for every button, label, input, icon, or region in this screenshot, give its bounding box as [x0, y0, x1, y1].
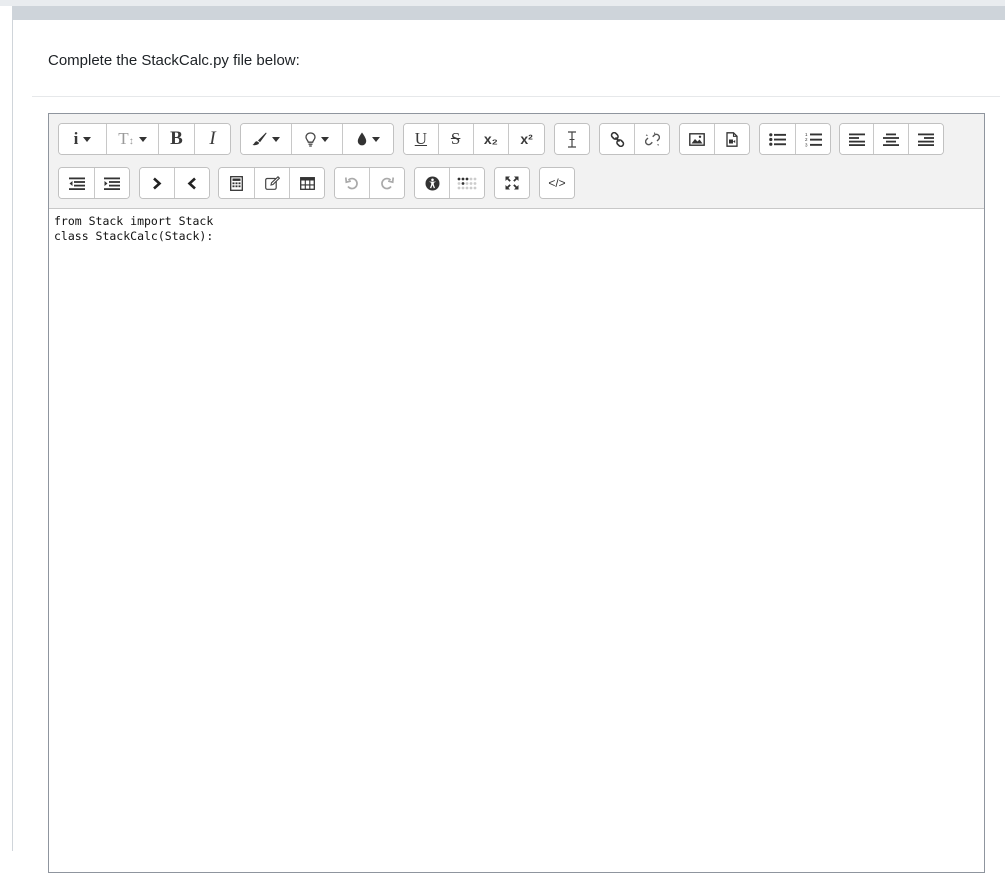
- code-line: from Stack import Stack: [54, 214, 213, 229]
- undo-button[interactable]: [335, 168, 370, 198]
- html-group: </>: [539, 167, 575, 199]
- chevron-down-icon: [83, 137, 91, 142]
- clear-formatting-button[interactable]: [555, 124, 589, 154]
- chevron-down-icon: [139, 137, 147, 142]
- edit-icon: [265, 176, 280, 190]
- info-icon: i: [74, 129, 79, 149]
- page-header-bar: [12, 6, 1005, 20]
- chevron-down-icon: [321, 137, 329, 142]
- indent-button[interactable]: [95, 168, 129, 198]
- code-icon: </>: [548, 176, 565, 190]
- text-cursor-icon: [567, 131, 577, 148]
- insert-media-button[interactable]: [715, 124, 749, 154]
- outdent-icon: [69, 177, 85, 190]
- indent-icon: [104, 177, 120, 190]
- paint-brush-icon: [252, 132, 267, 146]
- screen-reader-helper-button[interactable]: [450, 168, 484, 198]
- special-characters-button[interactable]: [255, 168, 290, 198]
- html-source-button[interactable]: </>: [540, 168, 574, 198]
- calculator-icon: [230, 176, 243, 191]
- list-ol-icon: 123: [805, 132, 822, 147]
- table-icon: [300, 177, 315, 190]
- background-color-button[interactable]: [343, 124, 393, 154]
- fullscreen-group: [494, 167, 530, 199]
- underline-button[interactable]: U: [404, 124, 439, 154]
- insert-tools-group: [218, 167, 325, 199]
- clear-format-group: [554, 123, 590, 155]
- subscript-button[interactable]: x₂: [474, 124, 510, 154]
- superscript-button[interactable]: x²: [509, 124, 544, 154]
- image-icon: [689, 133, 705, 146]
- editor-toolbar: i T↕ B I U: [49, 114, 984, 209]
- align-right-icon: [918, 133, 934, 146]
- strikethrough-icon: S: [451, 129, 460, 149]
- ltr-button[interactable]: [140, 168, 175, 198]
- italic-button[interactable]: I: [195, 124, 230, 154]
- chevron-down-icon: [272, 137, 280, 142]
- link-button[interactable]: [600, 124, 635, 154]
- chevron-left-icon: [187, 177, 197, 190]
- media-group: [679, 123, 750, 155]
- code-line: class StackCalc(Stack):: [54, 229, 213, 244]
- unordered-list-button[interactable]: [760, 124, 796, 154]
- strikethrough-button[interactable]: S: [439, 124, 474, 154]
- link-icon: [610, 132, 625, 147]
- underline-icon: U: [415, 129, 427, 149]
- expand-icon: [505, 176, 519, 190]
- rich-text-editor: i T↕ B I U: [48, 113, 985, 873]
- svg-text:3: 3: [805, 142, 808, 147]
- history-group: [334, 167, 405, 199]
- accessibility-icon: [425, 176, 440, 191]
- direction-group: [139, 167, 210, 199]
- unlink-button[interactable]: [635, 124, 669, 154]
- bold-button[interactable]: B: [159, 124, 195, 154]
- equation-button[interactable]: [219, 168, 255, 198]
- align-left-icon: [849, 133, 865, 146]
- text-format-group: i T↕ B I: [58, 123, 231, 155]
- align-center-button[interactable]: [874, 124, 908, 154]
- accessibility-checker-button[interactable]: [415, 168, 450, 198]
- insert-image-button[interactable]: [680, 124, 715, 154]
- paragraph-style-button[interactable]: i: [59, 124, 107, 154]
- list-group: 123: [759, 123, 831, 155]
- question-prompt: Complete the StackCalc.py file below:: [48, 52, 300, 69]
- redo-icon: [380, 176, 394, 190]
- fullscreen-button[interactable]: [495, 168, 529, 198]
- section-divider: [32, 96, 1000, 97]
- redo-button[interactable]: [370, 168, 404, 198]
- font-size-button[interactable]: T↕: [107, 124, 159, 154]
- indent-group: [58, 167, 130, 199]
- tint-drop-icon: [357, 132, 367, 146]
- accessibility-group: [414, 167, 485, 199]
- chevron-down-icon: [372, 137, 380, 142]
- highlight-button[interactable]: [292, 124, 343, 154]
- text-style-group: U S x₂ x²: [403, 123, 545, 155]
- link-group: [599, 123, 670, 155]
- undo-icon: [345, 176, 359, 190]
- list-ul-icon: [769, 133, 786, 146]
- italic-icon: I: [209, 128, 215, 150]
- table-button[interactable]: [290, 168, 324, 198]
- font-size-icon: T↕: [118, 129, 133, 149]
- align-left-button[interactable]: [840, 124, 874, 154]
- editor-content[interactable]: from Stack import Stackclass StackCalc(S…: [54, 214, 213, 244]
- ordered-list-button[interactable]: 123: [796, 124, 830, 154]
- unlink-icon: [645, 132, 660, 147]
- text-color-button[interactable]: [241, 124, 292, 154]
- align-center-icon: [883, 133, 899, 146]
- subscript-icon: x₂: [484, 131, 498, 147]
- superscript-icon: x²: [520, 131, 532, 147]
- lightbulb-icon: [305, 132, 316, 147]
- rtl-button[interactable]: [175, 168, 209, 198]
- chevron-right-icon: [152, 177, 162, 190]
- braille-icon: [457, 177, 477, 190]
- bold-icon: B: [170, 128, 183, 150]
- outdent-button[interactable]: [59, 168, 95, 198]
- align-right-button[interactable]: [909, 124, 943, 154]
- color-group: [240, 123, 394, 155]
- alignment-group: [839, 123, 944, 155]
- file-video-icon: [726, 132, 738, 147]
